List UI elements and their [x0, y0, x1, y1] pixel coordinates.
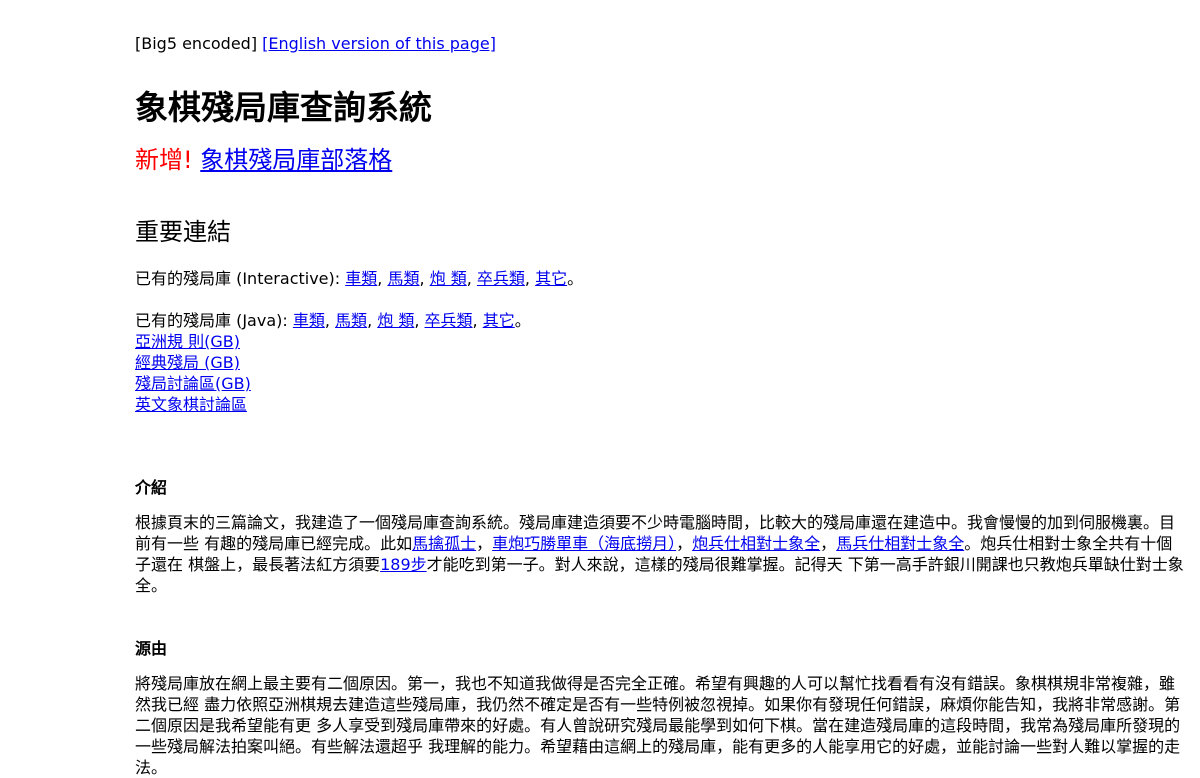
intro-sep-3: ， [820, 534, 837, 553]
intro-link-horse-lone-advisor[interactable]: 馬擒孤士 [412, 534, 476, 553]
interactive-tablebases: 已有的殘局庫 (Interactive): 車類, 馬類, 炮 類, 卒兵類, … [135, 269, 584, 288]
interactive-link-pawn[interactable]: 卒兵類 [477, 269, 525, 288]
links-heading: 重要連結 [135, 218, 231, 246]
java-link-horse[interactable]: 馬類 [335, 311, 367, 330]
java-link-other[interactable]: 其它 [483, 311, 515, 330]
asian-rules-link[interactable]: 亞洲規 則(GB) [135, 332, 240, 351]
top-line: [Big5 encoded] [English version of this … [135, 33, 1185, 54]
source-heading: 源由 [135, 639, 168, 658]
intro-sep-1: ， [476, 534, 493, 553]
java-link-pawn[interactable]: 卒兵類 [425, 311, 473, 330]
blog-link[interactable]: 象棋殘局庫部落格 [200, 146, 392, 174]
intro-paragraph: 根據頁末的三篇論文，我建造了一個殘局庫查詢系統。殘局庫建造須要不少時電腦時間，比… [135, 512, 1185, 596]
intro-link-cannon-pawn[interactable]: 炮兵仕相對士象全 [692, 534, 820, 553]
encoding-note: [Big5 encoded] [135, 34, 258, 53]
endgame-forum-link[interactable]: 殘局討論區(GB) [135, 374, 251, 393]
source-paragraph: 將殘局庫放在網上最主要有二個原因。第一，我也不知道我做得是否完全正確。希望有興趣… [135, 674, 1181, 777]
new-announcement: 新增! 象棋殘局庫部落格 [135, 145, 1185, 175]
page-content: [Big5 encoded] [English version of this … [135, 0, 1185, 778]
intro-link-horse-pawn[interactable]: 馬兵仕相對士象全 [836, 534, 964, 553]
page-title: 象棋殘局庫查詢系統 [135, 88, 432, 127]
intro-heading: 介紹 [135, 478, 168, 497]
interactive-link-horse[interactable]: 馬類 [387, 269, 419, 288]
intro-link-189-moves[interactable]: 189步 [380, 555, 427, 574]
interactive-link-rook[interactable]: 車類 [345, 269, 377, 288]
english-forum-link[interactable]: 英文象棋討論區 [135, 395, 247, 414]
java-end: 。 [514, 311, 531, 330]
interactive-link-other[interactable]: 其它 [535, 269, 567, 288]
java-label: 已有的殘局庫 (Java): [135, 311, 288, 330]
java-link-cannon[interactable]: 炮 類 [377, 311, 414, 330]
java-link-rook[interactable]: 車類 [293, 311, 325, 330]
classic-endgames-link[interactable]: 經典殘局 (GB) [135, 353, 240, 372]
interactive-end: 。 [567, 269, 584, 288]
new-label: 新增! [135, 146, 193, 174]
intro-sep-2: ， [676, 534, 693, 553]
intro-link-rook-cannon[interactable]: 車炮巧勝單車（海底撈月） [492, 534, 676, 553]
english-version-link[interactable]: [English version of this page] [262, 34, 496, 53]
java-tablebases: 已有的殘局庫 (Java): 車類, 馬類, 炮 類, 卒兵類, 其它。 亞洲規… [135, 311, 531, 414]
interactive-link-cannon[interactable]: 炮 類 [430, 269, 467, 288]
interactive-label: 已有的殘局庫 (Interactive): [135, 269, 341, 288]
